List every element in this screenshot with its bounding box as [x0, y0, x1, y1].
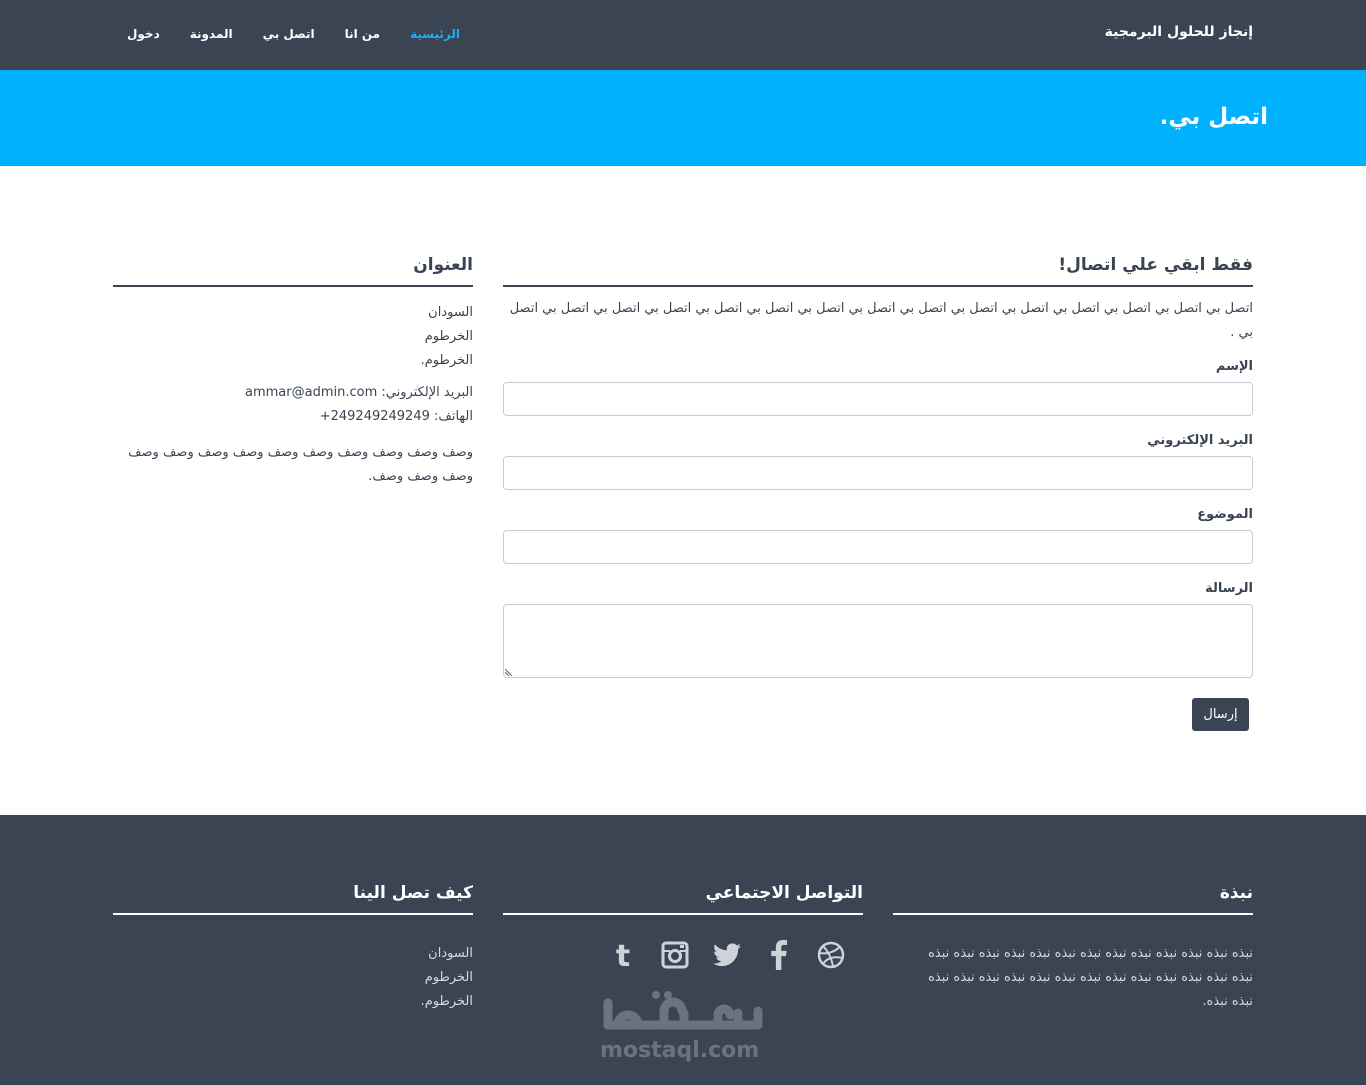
address-section-divider — [113, 285, 473, 287]
nav-links: الرئيسية من انا اتصل بي المدونة دخول — [127, 27, 460, 41]
social-icons: t — [607, 937, 847, 973]
reach-line: الخرطوم. — [420, 994, 473, 1009]
svg-text:t: t — [615, 940, 629, 970]
watermark-text: mostaql.com — [600, 1038, 760, 1063]
email-label: البريد الإلكتروني — [1147, 433, 1253, 448]
subject-label: الموضوع — [1197, 507, 1253, 522]
phone-number: +249249249249 — [319, 409, 430, 424]
brand-logo[interactable]: إنجاز للحلول البرمجية — [1105, 24, 1253, 40]
phone-row-label: الهاتف: — [434, 409, 473, 424]
facebook-icon[interactable] — [764, 939, 795, 971]
address-line: الخرطوم. — [420, 353, 473, 368]
message-field[interactable] — [503, 604, 1253, 678]
footer-social-title: التواصل الاجتماعي — [705, 883, 863, 903]
email-address[interactable]: ammar@admin.com — [245, 385, 377, 400]
address-line: الخرطوم — [424, 329, 473, 344]
footer-reach-lines: السودان الخرطوم الخرطوم. — [113, 942, 473, 1014]
address-line: السودان — [428, 305, 473, 320]
mostaql-watermark: mostaql.com — [598, 983, 768, 1065]
email-row-label: البريد الإلكتروني: — [381, 385, 473, 400]
send-button[interactable]: إرسال — [1192, 698, 1249, 731]
instagram-icon[interactable] — [659, 939, 690, 971]
email-row: البريد الإلكتروني: ammar@admin.com — [113, 381, 473, 405]
nav-link-contact[interactable]: اتصل بي — [263, 27, 315, 41]
footer-reach-divider — [113, 913, 473, 915]
form-intro-text: اتصل بي اتصل بي اتصل بي اتصل بي اتصل بي … — [509, 301, 1253, 340]
tumblr-icon[interactable]: t — [607, 939, 638, 971]
address-description: وصف وصف وصف وصف وصف وصف وصف وصف وصف وصف … — [128, 445, 473, 484]
name-label: الإسم — [1215, 359, 1253, 374]
name-field[interactable] — [503, 382, 1253, 416]
footer-about-title: نبذة — [1219, 883, 1253, 903]
reach-line: الخرطوم — [424, 970, 473, 985]
resize-grip-icon[interactable] — [505, 667, 514, 676]
footer-about-text: نبذه نبذه نبذه نبذه نبذه نبذه نبذه نبذه … — [928, 946, 1253, 1009]
page-title: اتصل بي. — [1159, 104, 1268, 130]
form-section-title: فقط ابقي علي اتصال! — [1058, 255, 1253, 275]
reach-line: السودان — [428, 946, 473, 961]
address-lines: السودان الخرطوم الخرطوم. — [113, 301, 473, 373]
contact-details: البريد الإلكتروني: ammar@admin.com الهات… — [113, 381, 473, 429]
dribbble-icon[interactable] — [816, 939, 847, 971]
nav-link-blog[interactable]: المدونة — [190, 27, 233, 41]
nav-link-home[interactable]: الرئيسية — [410, 27, 460, 41]
footer-social-divider — [503, 913, 863, 915]
footer: نبذة نبذه نبذه نبذه نبذه نبذه نبذه نبذه … — [0, 815, 1366, 1085]
twitter-icon[interactable] — [711, 939, 742, 971]
nav-link-about[interactable]: من انا — [345, 27, 381, 41]
form-section-divider — [503, 285, 1253, 287]
subject-field[interactable] — [503, 530, 1253, 564]
nav-link-login[interactable]: دخول — [127, 27, 160, 41]
address-section-title: العنوان — [413, 255, 473, 275]
phone-row: الهاتف: +249249249249 — [113, 405, 473, 429]
message-label: الرسالة — [1205, 581, 1253, 596]
navbar: إنجاز للحلول البرمجية الرئيسية من انا ات… — [0, 0, 1366, 70]
email-field[interactable] — [503, 456, 1253, 490]
mostaql-logo-icon — [603, 991, 763, 1030]
page-header-banner: اتصل بي. — [0, 70, 1366, 166]
footer-reach-title: كيف تصل الينا — [353, 883, 473, 903]
footer-about-divider — [893, 913, 1253, 915]
